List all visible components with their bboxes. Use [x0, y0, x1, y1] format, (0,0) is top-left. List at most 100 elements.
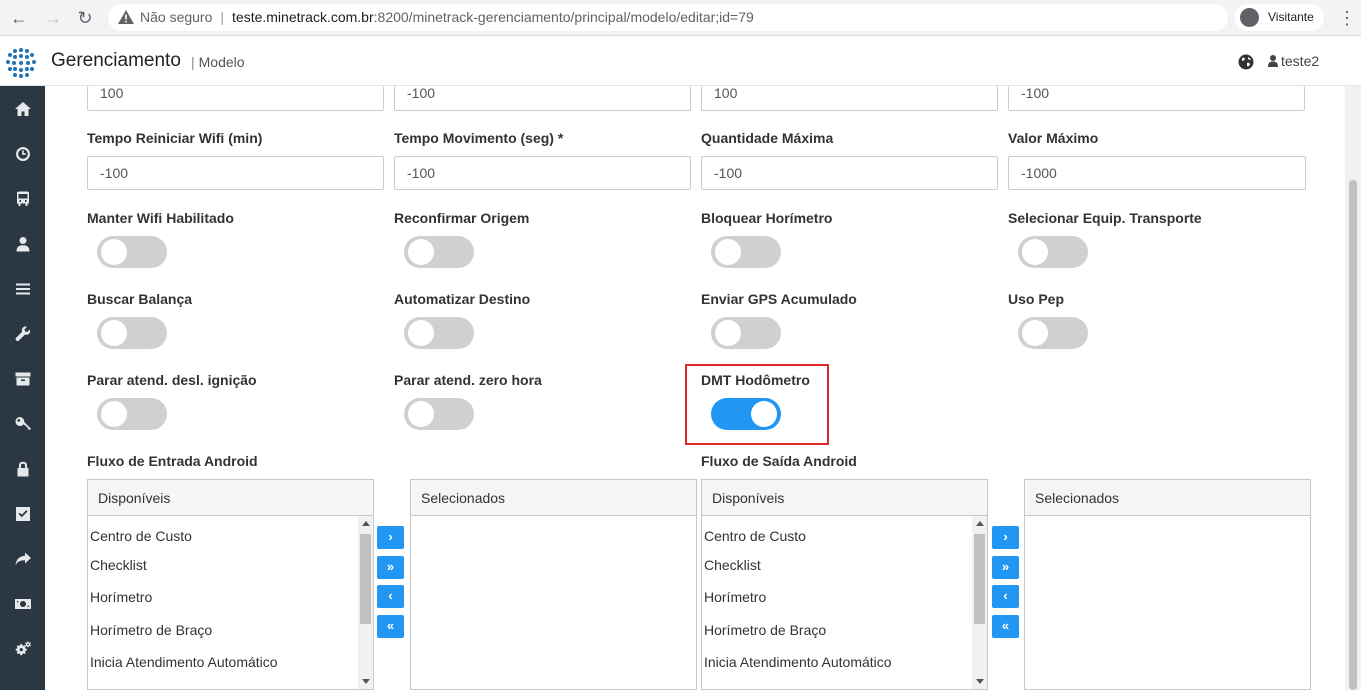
list-item[interactable]: Inicia Atendimento Automático: [88, 646, 373, 679]
tempo-reiniciar-wifi-input[interactable]: -100: [87, 156, 384, 190]
top-input-3[interactable]: 100: [701, 86, 998, 111]
browser-menu-icon[interactable]: ⋮: [1338, 7, 1356, 29]
options-list[interactable]: Centro de Custo Checklist Horímetro Horí…: [702, 516, 987, 689]
sidebar-item-checklist[interactable]: [0, 492, 45, 536]
box-header: Selecionados: [1025, 480, 1310, 516]
back-arrow-icon[interactable]: ←: [8, 7, 30, 29]
share-icon: [15, 552, 31, 565]
warning-icon[interactable]: [118, 10, 134, 24]
key-icon: [15, 417, 30, 430]
money-icon: [14, 599, 31, 609]
scroll-thumb[interactable]: [974, 534, 985, 624]
selecionar-equip-toggle[interactable]: [1018, 236, 1088, 268]
sidebar-item-bus[interactable]: [0, 177, 45, 221]
list-item[interactable]: Checklist: [702, 549, 987, 582]
move-all-right-button[interactable]: »: [377, 556, 404, 579]
app-title: Gerenciamento: [51, 50, 181, 71]
top-input-4[interactable]: -100: [1008, 86, 1305, 111]
scroll-down-icon[interactable]: [976, 679, 984, 684]
list-scrollbar[interactable]: [972, 516, 987, 689]
label-buscar-balanca: Buscar Balança: [87, 291, 193, 307]
reconfirmar-origem-toggle[interactable]: [404, 236, 474, 268]
options-list[interactable]: Centro de Custo Checklist Horímetro Horí…: [88, 516, 373, 689]
sidebar-item-menu[interactable]: [0, 267, 45, 311]
url-path: :8200/minetrack-gerenciamento/principal/…: [373, 9, 754, 25]
list-item[interactable]: Centro de Custo: [702, 516, 987, 549]
sidebar-item-users[interactable]: [0, 222, 45, 266]
move-all-left-button[interactable]: «: [377, 615, 404, 638]
selected-list[interactable]: [1025, 516, 1310, 689]
automatizar-destino-toggle[interactable]: [404, 317, 474, 349]
browser-toolbar: ← → ↻ Não seguro | teste.minetrack.com.br:…: [0, 0, 1361, 36]
label-parar-atend-ignicao: Parar atend. desl. ignição: [87, 372, 257, 388]
sidebar-item-home[interactable]: [0, 87, 45, 131]
list-scrollbar[interactable]: [358, 516, 373, 689]
address-bar[interactable]: Não seguro | teste.minetrack.com.br:8200/m…: [108, 4, 1228, 31]
dashboard-icon: [15, 147, 30, 161]
list-item[interactable]: Centro de Custo: [88, 516, 373, 549]
sidebar-item-settings[interactable]: [0, 627, 45, 671]
toggle-knob: [715, 320, 741, 346]
label-valor-maximo: Valor Máximo: [1008, 130, 1099, 146]
toggle-knob: [1022, 320, 1048, 346]
sidebar-item-keys[interactable]: [0, 402, 45, 446]
label-fluxo-saida: Fluxo de Saída Android: [701, 453, 857, 469]
user-icon: [1268, 55, 1278, 67]
sidebar-item-financial[interactable]: [0, 582, 45, 626]
model-edit-form: 100 -100 100 -100 Tempo Reiniciar Wifi (…: [45, 86, 1345, 690]
list-item[interactable]: Horímetro: [88, 581, 373, 614]
wrench-icon: [15, 326, 30, 342]
profile-button[interactable]: Visitante: [1234, 4, 1324, 31]
box-header: Disponíveis: [702, 480, 987, 516]
move-left-button[interactable]: ‹: [377, 585, 404, 608]
sidebar-item-share[interactable]: [0, 537, 45, 581]
page-scroll-thumb[interactable]: [1349, 180, 1357, 690]
scroll-up-icon[interactable]: [976, 521, 984, 526]
valor-maximo-input[interactable]: -1000: [1008, 156, 1306, 190]
scroll-down-icon[interactable]: [362, 679, 370, 684]
menu-icon: [15, 283, 30, 295]
list-item[interactable]: Horímetro de Braço: [88, 614, 373, 647]
list-item[interactable]: Horímetro: [702, 581, 987, 614]
toggle-knob: [715, 239, 741, 265]
list-item[interactable]: Horímetro de Braço: [702, 614, 987, 647]
page-subtitle-text: Modelo: [198, 54, 245, 70]
toggle-knob: [1022, 239, 1048, 265]
top-input-1[interactable]: 100: [87, 86, 384, 111]
move-left-button[interactable]: ‹: [992, 585, 1019, 608]
sidebar: [0, 86, 45, 690]
enviar-gps-toggle[interactable]: [711, 317, 781, 349]
buscar-balanca-toggle[interactable]: [97, 317, 167, 349]
move-all-right-button[interactable]: »: [992, 556, 1019, 579]
quantidade-maxima-input[interactable]: -100: [701, 156, 998, 190]
move-right-button[interactable]: ›: [377, 526, 404, 549]
minetrack-logo-icon: [6, 48, 36, 78]
parar-atend-ignicao-toggle[interactable]: [97, 398, 167, 430]
selected-list[interactable]: [411, 516, 696, 689]
scroll-thumb[interactable]: [360, 534, 371, 624]
toggle-knob: [408, 239, 434, 265]
tempo-movimento-input[interactable]: -100: [394, 156, 691, 190]
top-input-2[interactable]: -100: [394, 86, 691, 111]
bloquear-horimetro-toggle[interactable]: [711, 236, 781, 268]
list-item[interactable]: Inicia Atendimento Automático: [702, 646, 987, 679]
user-menu[interactable]: teste2: [1268, 53, 1319, 69]
list-item[interactable]: Checklist: [88, 549, 373, 582]
box-header: Disponíveis: [88, 480, 373, 516]
page-scrollbar[interactable]: [1345, 86, 1361, 690]
sidebar-item-archive[interactable]: [0, 357, 45, 401]
uso-pep-toggle[interactable]: [1018, 317, 1088, 349]
sidebar-item-dashboard[interactable]: [0, 132, 45, 176]
manter-wifi-toggle[interactable]: [97, 236, 167, 268]
forward-arrow-icon[interactable]: →: [42, 7, 64, 29]
move-right-button[interactable]: ›: [992, 526, 1019, 549]
globe-icon[interactable]: [1238, 54, 1254, 70]
user-name: teste2: [1281, 53, 1320, 69]
profile-label: Visitante: [1268, 10, 1314, 24]
sidebar-item-maintenance[interactable]: [0, 312, 45, 356]
parar-atend-zero-hora-toggle[interactable]: [404, 398, 474, 430]
scroll-up-icon[interactable]: [362, 521, 370, 526]
sidebar-item-security[interactable]: [0, 447, 45, 491]
reload-icon[interactable]: ↻: [74, 7, 96, 29]
move-all-left-button[interactable]: «: [992, 615, 1019, 638]
